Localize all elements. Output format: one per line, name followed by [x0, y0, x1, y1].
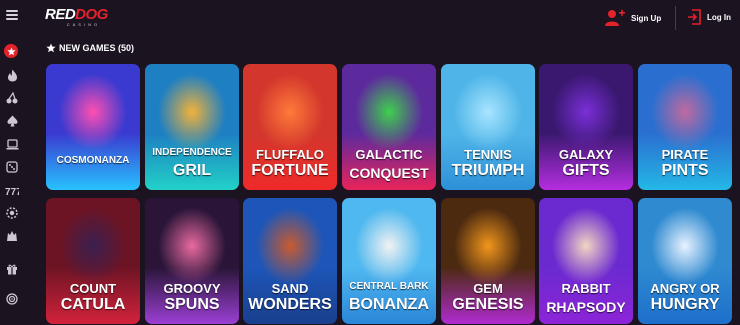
- game-tile[interactable]: TENNIS TRIUMPH: [441, 64, 535, 190]
- game-tile[interactable]: GROOVY SPUNS: [145, 198, 239, 324]
- svg-text:777: 777: [5, 187, 19, 196]
- sidebar-item-live-casino[interactable]: [3, 204, 21, 222]
- game-subtitle: FORTUNE: [251, 162, 329, 179]
- game-tile[interactable]: CENTRAL BARK BONANZA: [342, 198, 436, 324]
- game-title: TENNIS: [464, 147, 512, 162]
- game-subtitle: CATULA: [60, 296, 126, 313]
- game-subtitle: GIFTS: [562, 162, 610, 179]
- sidebar-item-exclusive[interactable]: [3, 227, 21, 245]
- header-divider: [675, 6, 676, 30]
- log-in-label: Log In: [707, 12, 731, 22]
- star-icon: [6, 46, 16, 55]
- game-title: ANGRY OR: [650, 281, 720, 296]
- game-tile[interactable]: PIRATE PINTS: [638, 64, 732, 190]
- game-tile[interactable]: GALAXY GIFTS: [539, 64, 633, 190]
- top-header: REDDOG CASINO Sign Up Log In: [0, 0, 740, 36]
- game-tile[interactable]: INDEPENDENCE GRIL: [145, 64, 239, 190]
- game-title: GROOVY: [163, 281, 221, 296]
- hamburger-menu-icon[interactable]: [6, 10, 18, 22]
- game-subtitle: PINTS: [661, 162, 709, 179]
- game-tile[interactable]: SAND WONDERS: [243, 198, 337, 324]
- logo-subtitle: CASINO: [66, 22, 101, 27]
- game-title: COSMONANZA: [56, 155, 130, 166]
- fire-icon: [7, 69, 17, 81]
- game-subtitle: WONDERS: [248, 296, 332, 313]
- game-title: PIRATE: [661, 147, 709, 162]
- category-sidebar: 777: [0, 36, 24, 325]
- section-title: NEW GAMES (50): [59, 43, 135, 53]
- gift-icon: [7, 264, 17, 275]
- sidebar-item-progressives[interactable]: 777: [3, 181, 21, 199]
- laptop-icon: [6, 138, 18, 149]
- game-tile[interactable]: COUNT CATULA: [46, 198, 140, 324]
- game-tile[interactable]: COSMONANZA: [46, 64, 140, 190]
- login-icon: [688, 9, 701, 25]
- log-in-button[interactable]: Log In: [687, 9, 731, 25]
- game-tile[interactable]: ANGRY OR HUNGRY: [638, 198, 732, 324]
- game-title: SAND: [271, 281, 309, 296]
- sidebar-item-video-poker[interactable]: [3, 135, 21, 153]
- sidebar-item-tournaments[interactable]: [3, 290, 21, 308]
- sidebar-item-specialty[interactable]: [3, 158, 21, 176]
- sidebar-item-hot[interactable]: [3, 66, 21, 84]
- sign-up-label: Sign Up: [631, 13, 662, 23]
- cherry-icon: [6, 92, 18, 104]
- game-title: GALACTIC: [355, 147, 423, 162]
- sevens-icon: 777: [5, 187, 19, 196]
- game-title: INDEPENDENCE: [152, 147, 232, 158]
- game-subtitle: HUNGRY: [650, 296, 720, 313]
- sidebar-item-table-games[interactable]: [3, 112, 21, 130]
- add-user-icon: [605, 9, 625, 26]
- game-subtitle: GENESIS: [452, 296, 524, 313]
- game-subtitle: TRIUMPH: [451, 162, 525, 179]
- game-tile[interactable]: RABBIT RHAPSODY: [539, 198, 633, 324]
- game-tile[interactable]: GEM GENESIS: [441, 198, 535, 324]
- game-subtitle: CONQUEST: [349, 165, 429, 181]
- game-subtitle: SPUNS: [164, 296, 220, 313]
- star-icon: [46, 43, 56, 53]
- spade-icon: [7, 115, 17, 127]
- game-title: FLUFFALO: [256, 147, 324, 162]
- game-tile[interactable]: FLUFFALO FORTUNE: [243, 64, 337, 190]
- casino-app: REDDOG CASINO Sign Up Log In 777 NEW GAM…: [0, 0, 740, 325]
- target-icon: [6, 293, 18, 305]
- section-heading: NEW GAMES (50): [46, 43, 134, 53]
- wolf-icon: [7, 231, 17, 241]
- sidebar-item-new-games[interactable]: [4, 44, 18, 58]
- logo-text-red: RED: [45, 6, 76, 23]
- game-thumbnail: [46, 64, 140, 190]
- game-subtitle: BONANZA: [349, 296, 429, 313]
- logo-text-dog: DOG: [75, 6, 108, 23]
- game-tile[interactable]: GALACTIC CONQUEST: [342, 64, 436, 190]
- game-title: GALAXY: [558, 147, 614, 162]
- sidebar-item-slots[interactable]: [3, 89, 21, 107]
- game-subtitle: RHAPSODY: [546, 299, 626, 315]
- game-title: CENTRAL BARK: [349, 281, 429, 292]
- sidebar-item-promotions[interactable]: [3, 260, 21, 278]
- site-logo[interactable]: REDDOG CASINO: [45, 7, 108, 27]
- game-title: GEM: [473, 281, 503, 296]
- game-subtitle: GRIL: [172, 162, 212, 179]
- sign-up-button[interactable]: Sign Up: [604, 9, 661, 27]
- game-title: RABBIT: [561, 281, 611, 296]
- dice-icon: [6, 161, 18, 173]
- game-title: COUNT: [69, 281, 117, 296]
- chip-icon: [6, 207, 18, 219]
